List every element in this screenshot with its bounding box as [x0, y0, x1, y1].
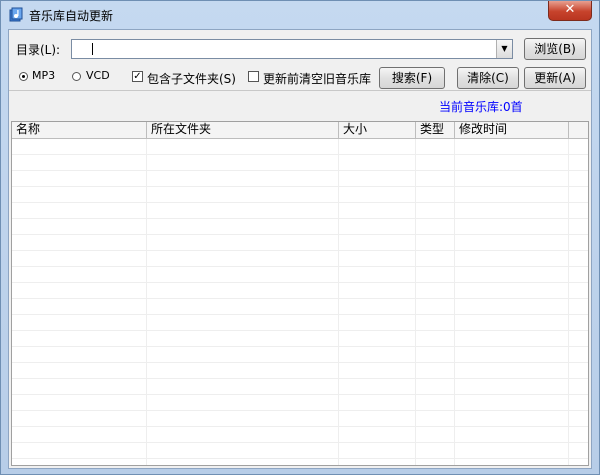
library-count-status: 当前音乐库:0首 — [439, 100, 523, 114]
column-header-folder[interactable]: 所在文件夹 — [147, 122, 339, 138]
directory-combobox[interactable]: ▼ — [71, 39, 513, 59]
search-button[interactable]: 搜索(F) — [379, 67, 445, 89]
close-button[interactable]: ✕ — [548, 1, 592, 21]
column-divider — [454, 139, 455, 465]
main-panel: 目录(L): ▼ 浏览(B) MP3 VCD ✓ 包含子文件夹(S) 更新前清空… — [8, 29, 592, 469]
column-divider — [568, 139, 569, 465]
table-header: 名称 所在文件夹 大小 类型 修改时间 — [12, 122, 588, 139]
column-header-type[interactable]: 类型 — [416, 122, 455, 138]
text-caret — [92, 43, 93, 55]
column-divider — [338, 139, 339, 465]
clear-button[interactable]: 清除(C) — [457, 67, 519, 89]
file-list-table[interactable]: 名称 所在文件夹 大小 类型 修改时间 — [11, 121, 589, 466]
column-divider — [415, 139, 416, 465]
column-divider — [146, 139, 147, 465]
table-body — [12, 139, 588, 465]
app-window: 音乐库自动更新 ✕ 目录(L): ▼ 浏览(B) MP3 VCD ✓ 包含子文件… — [0, 0, 600, 475]
music-library-icon — [9, 7, 23, 22]
close-icon: ✕ — [564, 2, 576, 17]
include-subfolders-label: 包含子文件夹(S) — [147, 72, 236, 86]
browse-button[interactable]: 浏览(B) — [524, 38, 586, 60]
column-header-size[interactable]: 大小 — [339, 122, 416, 138]
radio-mp3-label: MP3 — [32, 69, 56, 82]
separator — [9, 90, 591, 91]
chevron-down-icon[interactable]: ▼ — [496, 40, 512, 58]
clear-before-update-checkbox[interactable] — [248, 71, 259, 82]
radio-vcd[interactable] — [72, 72, 81, 81]
update-button[interactable]: 更新(A) — [524, 67, 586, 89]
title-bar[interactable]: 音乐库自动更新 ✕ — [1, 1, 599, 29]
column-header-name[interactable]: 名称 — [12, 122, 147, 138]
window-title: 音乐库自动更新 — [29, 9, 114, 23]
column-header-modified[interactable]: 修改时间 — [455, 122, 569, 138]
column-header-filler — [569, 122, 588, 138]
directory-label: 目录(L): — [16, 43, 61, 57]
radio-vcd-label: VCD — [86, 69, 110, 82]
clear-before-update-label: 更新前清空旧音乐库 — [263, 72, 372, 86]
include-subfolders-checkbox[interactable]: ✓ — [132, 71, 143, 82]
radio-mp3[interactable] — [19, 72, 28, 81]
